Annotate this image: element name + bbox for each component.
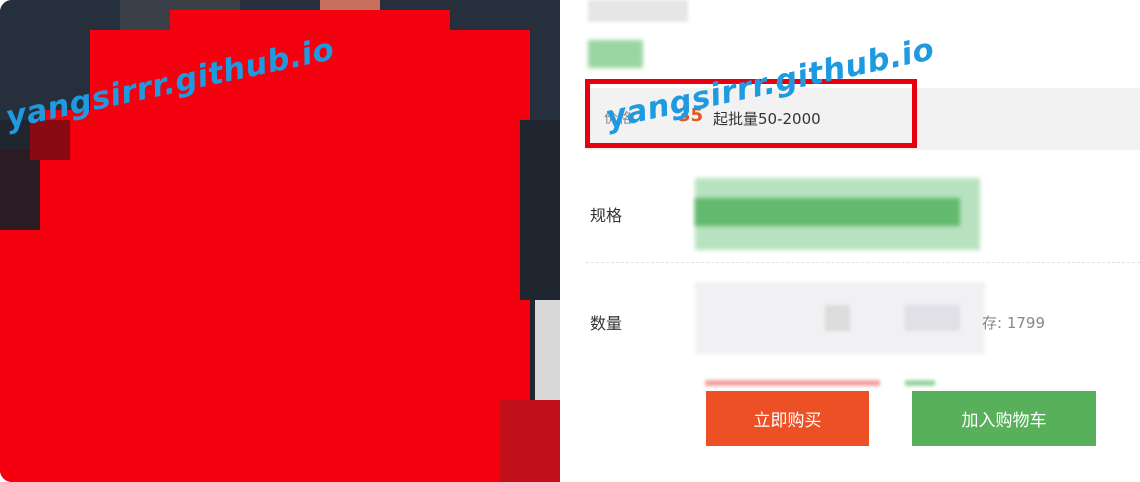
spec-label: 规格	[590, 206, 623, 225]
quantity-label: 数量	[590, 314, 623, 333]
divider	[586, 262, 1140, 263]
add-to-cart-button[interactable]: 加入购物车	[912, 391, 1096, 446]
spec-option[interactable]	[695, 198, 960, 226]
screenshot-frame: 价格 35 起批量50-2000 规格 数量 存: 1799 立即购买 加入购物…	[0, 0, 1140, 482]
buy-now-button[interactable]: 立即购买	[706, 391, 869, 446]
stock-text: 存: 1799	[982, 314, 1045, 332]
